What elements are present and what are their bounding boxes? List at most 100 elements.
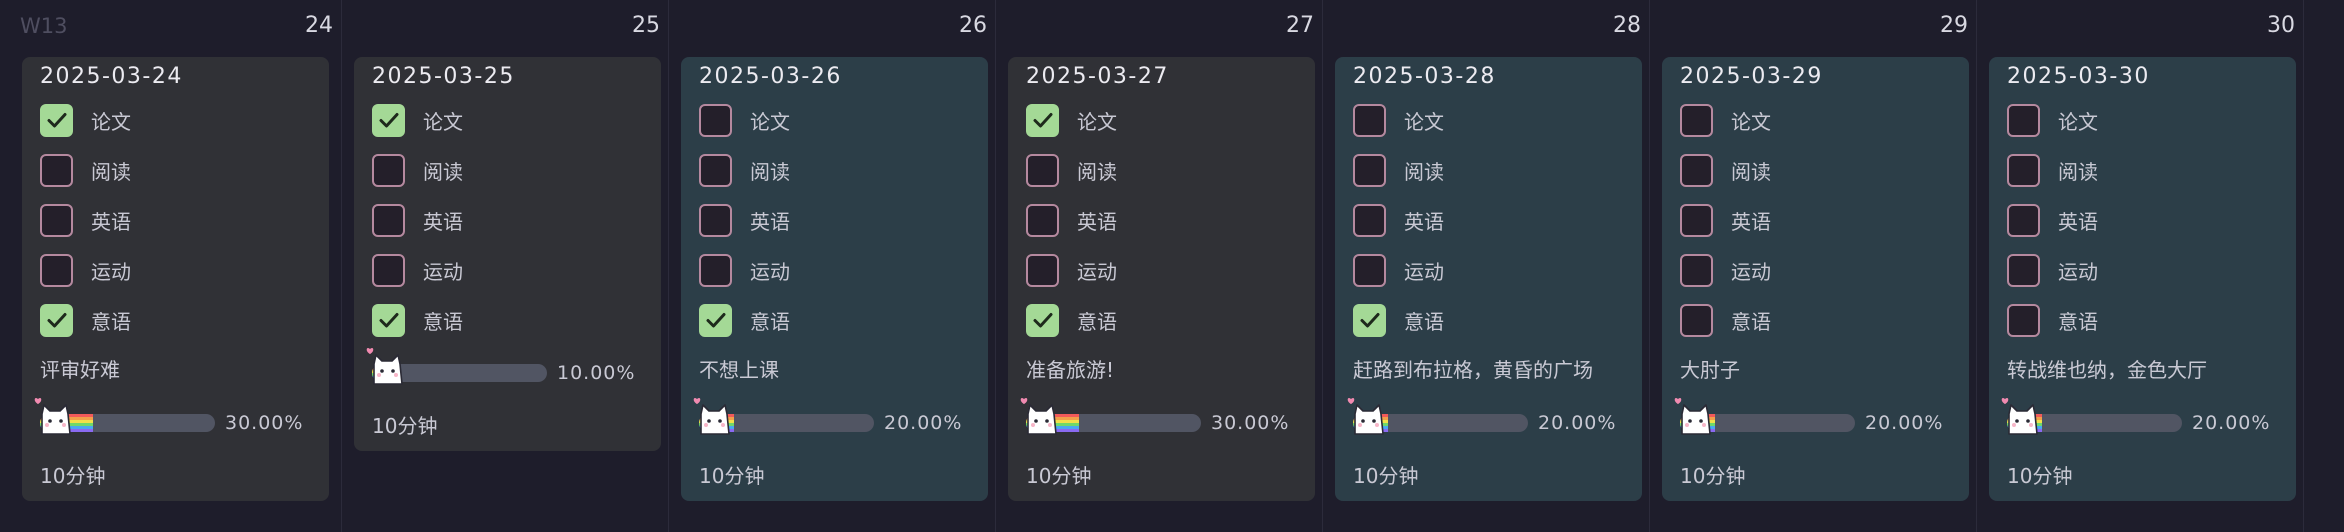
day-number[interactable]: 26 [959, 13, 987, 38]
day-card[interactable]: 2025-03-27 论文 阅读 英语 运动 意语 准备旅游! 30.00% 10分钟 [1008, 57, 1315, 501]
task-label: 运动 [1077, 259, 1117, 284]
card-date[interactable]: 2025-03-28 [1353, 59, 1624, 95]
day-number[interactable]: 25 [632, 13, 660, 38]
day-number[interactable]: 24 [305, 13, 333, 38]
task-checkbox[interactable] [699, 153, 732, 187]
task-checkbox[interactable] [699, 303, 732, 337]
task-label: 运动 [423, 259, 463, 284]
progress-percent: 30.00% [1211, 412, 1290, 434]
progress-row: 20.00% [1347, 395, 1624, 451]
task-item: 阅读 [1026, 145, 1297, 195]
task-label: 论文 [1077, 109, 1117, 134]
day-card[interactable]: 2025-03-30 论文 阅读 英语 运动 意语 转战维也纳，金色大厅 20.00% 10分钟 [1989, 57, 2296, 501]
task-item: 意语 [1680, 295, 1951, 345]
task-label: 阅读 [1731, 159, 1771, 184]
task-checkbox[interactable] [1353, 203, 1386, 237]
task-checkbox[interactable] [1680, 303, 1713, 337]
task-checkbox[interactable] [2007, 253, 2040, 287]
task-checkbox[interactable] [372, 303, 405, 337]
progress-percent: 10.00% [557, 362, 636, 384]
card-date[interactable]: 2025-03-24 [40, 59, 311, 95]
card-date[interactable]: 2025-03-29 [1680, 59, 1951, 95]
task-checkbox[interactable] [2007, 303, 2040, 337]
task-checkbox[interactable] [372, 203, 405, 237]
task-checkbox[interactable] [1026, 103, 1059, 137]
task-label: 运动 [2058, 259, 2098, 284]
task-checkbox[interactable] [40, 103, 73, 137]
day-card[interactable]: 2025-03-28 论文 阅读 英语 运动 意语 赶路到布拉格，黄昏的广场 20.00% 10… [1335, 57, 1642, 501]
progress-bar [1674, 397, 1855, 435]
task-checkbox[interactable] [1680, 203, 1713, 237]
task-item: 意语 [1353, 295, 1624, 345]
task-item: 阅读 [1680, 145, 1951, 195]
day-number[interactable]: 30 [2267, 13, 2295, 38]
task-checkbox[interactable] [1680, 253, 1713, 287]
task-checkbox[interactable] [372, 103, 405, 137]
task-checkbox[interactable] [1026, 153, 1059, 187]
task-checkbox[interactable] [372, 253, 405, 287]
progress-row: 10.00% [366, 345, 643, 401]
task-checkbox[interactable] [1353, 153, 1386, 187]
task-item: 论文 [1680, 95, 1951, 145]
card-date[interactable]: 2025-03-30 [2007, 59, 2278, 95]
cat-icon [32, 394, 76, 438]
task-checkbox[interactable] [2007, 153, 2040, 187]
day-column: 25 2025-03-25 论文 阅读 英语 运动 意语 10.00% 10分钟 [342, 0, 669, 532]
task-checkbox[interactable] [40, 303, 73, 337]
day-note: 不想上课 [699, 358, 779, 382]
task-checkbox[interactable] [40, 203, 73, 237]
task-item: 阅读 [40, 145, 311, 195]
task-checkbox[interactable] [2007, 103, 2040, 137]
week-row: W13 24 2025-03-24 论文 阅读 英语 运动 意语 评审好难 30.00% 10分钟 2… [0, 0, 2344, 532]
duration-label: 10分钟 [372, 414, 438, 438]
task-checkbox[interactable] [699, 103, 732, 137]
day-card[interactable]: 2025-03-25 论文 阅读 英语 运动 意语 10.00% 10分钟 [354, 57, 661, 451]
task-item: 意语 [372, 295, 643, 345]
task-checkbox[interactable] [1353, 103, 1386, 137]
task-item: 运动 [40, 245, 311, 295]
day-note: 转战维也纳，金色大厅 [2007, 358, 2207, 382]
task-item: 意语 [1026, 295, 1297, 345]
task-item: 阅读 [372, 145, 643, 195]
day-number[interactable]: 28 [1613, 13, 1641, 38]
task-label: 意语 [91, 309, 131, 334]
task-item: 英语 [2007, 195, 2278, 245]
day-number[interactable]: 27 [1286, 13, 1314, 38]
card-date[interactable]: 2025-03-25 [372, 59, 643, 95]
check-icon [1031, 308, 1055, 332]
task-checkbox[interactable] [372, 153, 405, 187]
day-card[interactable]: 2025-03-24 论文 阅读 英语 运动 意语 评审好难 30.00% 10分钟 [22, 57, 329, 501]
duration-label: 10分钟 [40, 464, 106, 488]
card-date[interactable]: 2025-03-27 [1026, 59, 1297, 95]
task-item: 意语 [2007, 295, 2278, 345]
progress-row: 30.00% [1020, 395, 1297, 451]
task-label: 运动 [1404, 259, 1444, 284]
task-checkbox[interactable] [699, 203, 732, 237]
progress-row: 20.00% [693, 395, 970, 451]
progress-percent: 20.00% [1538, 412, 1617, 434]
task-label: 论文 [1404, 109, 1444, 134]
task-checkbox[interactable] [1353, 303, 1386, 337]
task-checkbox[interactable] [699, 253, 732, 287]
progress-row: 30.00% [34, 395, 311, 451]
day-card[interactable]: 2025-03-26 论文 阅读 英语 运动 意语 不想上课 20.00% 10分钟 [681, 57, 988, 501]
day-column: 27 2025-03-27 论文 阅读 英语 运动 意语 准备旅游! 30.00% 10分钟 [996, 0, 1323, 532]
card-date[interactable]: 2025-03-26 [699, 59, 970, 95]
task-label: 英语 [1731, 209, 1771, 234]
day-number[interactable]: 29 [1940, 13, 1968, 38]
cat-icon [1999, 394, 2043, 438]
progress-bar [366, 347, 547, 385]
task-label: 英语 [1404, 209, 1444, 234]
task-checkbox[interactable] [1026, 253, 1059, 287]
task-checkbox[interactable] [1026, 203, 1059, 237]
task-checkbox[interactable] [2007, 203, 2040, 237]
task-checkbox[interactable] [40, 253, 73, 287]
task-checkbox[interactable] [1026, 303, 1059, 337]
task-checkbox[interactable] [1680, 103, 1713, 137]
task-checkbox[interactable] [1353, 253, 1386, 287]
task-checkbox[interactable] [1680, 153, 1713, 187]
duration-label: 10分钟 [1026, 464, 1092, 488]
day-card[interactable]: 2025-03-29 论文 阅读 英语 运动 意语 大肘子 20.00% 10分钟 [1662, 57, 1969, 501]
task-checkbox[interactable] [40, 153, 73, 187]
check-icon [45, 108, 69, 132]
